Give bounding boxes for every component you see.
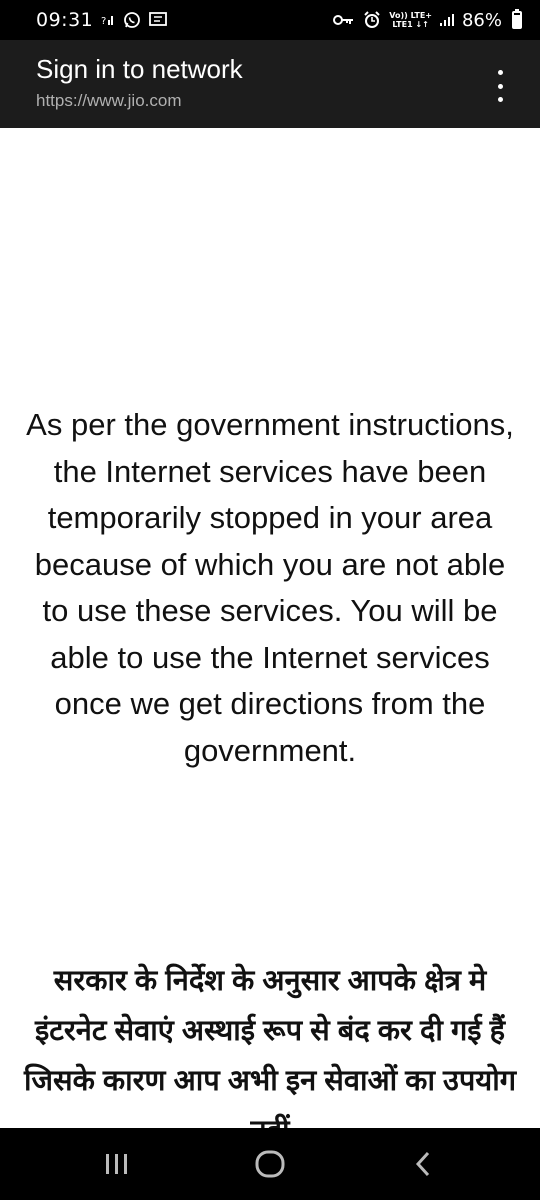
page-title: Sign in to network xyxy=(36,54,243,84)
battery-percent: 86% xyxy=(461,9,502,31)
volte-lte-icon: Vo)) LTE+ LTE1 ↓↑ xyxy=(389,11,432,29)
status-right: Vo)) LTE+ LTE1 ↓↑ 86% xyxy=(333,9,522,31)
hindi-message: सरकार के निर्देश के अनुसार आपके क्षेत्र … xyxy=(23,965,517,1128)
back-button[interactable] xyxy=(393,1144,453,1184)
navigation-bar xyxy=(0,1128,540,1200)
home-button[interactable] xyxy=(240,1144,300,1184)
page-url: https://www.jio.com xyxy=(36,91,182,110)
signal-bars-icon xyxy=(439,13,454,27)
home-icon xyxy=(255,1150,285,1178)
back-icon xyxy=(416,1151,430,1177)
signal-alt-icon: ? xyxy=(101,13,115,27)
vpn-key-icon xyxy=(333,13,355,27)
app-bar: Sign in to network https://www.jio.com xyxy=(0,40,540,128)
more-options-button[interactable] xyxy=(490,66,510,106)
more-vert-icon xyxy=(497,70,503,75)
whatsapp-icon xyxy=(123,11,141,29)
more-vert-icon xyxy=(497,97,503,102)
battery-icon xyxy=(512,9,522,29)
alarm-icon xyxy=(363,11,381,29)
status-time: 09:31 xyxy=(36,9,94,31)
web-content[interactable]: As per the government instructions, the … xyxy=(0,128,540,1128)
english-message: As per the government instructions, the … xyxy=(26,407,514,768)
status-bar: 09:31 ? Vo)) LTE+ LTE1 ↓↑ 86% xyxy=(0,0,540,40)
battery-fill xyxy=(514,14,520,27)
recent-apps-icon xyxy=(105,1154,127,1174)
status-left: 09:31 ? xyxy=(36,9,169,31)
messages-icon xyxy=(149,11,169,29)
svg-text:?: ? xyxy=(101,16,106,27)
more-vert-icon xyxy=(497,83,503,89)
recent-apps-button[interactable] xyxy=(87,1144,147,1184)
